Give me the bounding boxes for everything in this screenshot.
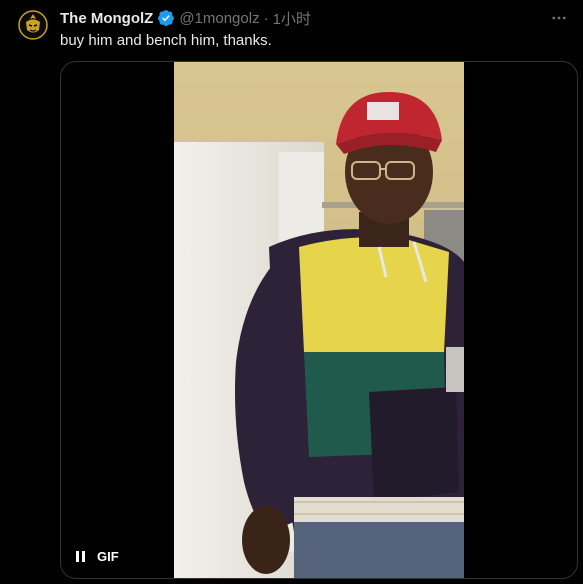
- timestamp[interactable]: 1小时: [273, 8, 311, 29]
- pause-icon[interactable]: [73, 550, 87, 564]
- verified-badge-icon[interactable]: [157, 9, 175, 27]
- more-icon[interactable]: [549, 8, 569, 28]
- gif-media[interactable]: GIF: [60, 61, 578, 579]
- gif-controls: GIF: [73, 549, 119, 564]
- tweet-header: The MongolZ @1mongolz · 1小时: [60, 8, 311, 28]
- tweet-text: buy him and bench him, thanks.: [60, 32, 272, 49]
- gif-frame: [174, 62, 464, 578]
- team-logo-icon: [18, 10, 48, 40]
- avatar[interactable]: [16, 8, 50, 42]
- author-handle[interactable]: @1mongolz: [179, 10, 259, 27]
- gif-image: [174, 62, 464, 578]
- separator-dot: ·: [263, 9, 269, 27]
- tweet: The MongolZ @1mongolz · 1小时 buy him and …: [0, 0, 583, 584]
- author-name[interactable]: The MongolZ: [60, 10, 153, 27]
- gif-badge: GIF: [97, 549, 119, 564]
